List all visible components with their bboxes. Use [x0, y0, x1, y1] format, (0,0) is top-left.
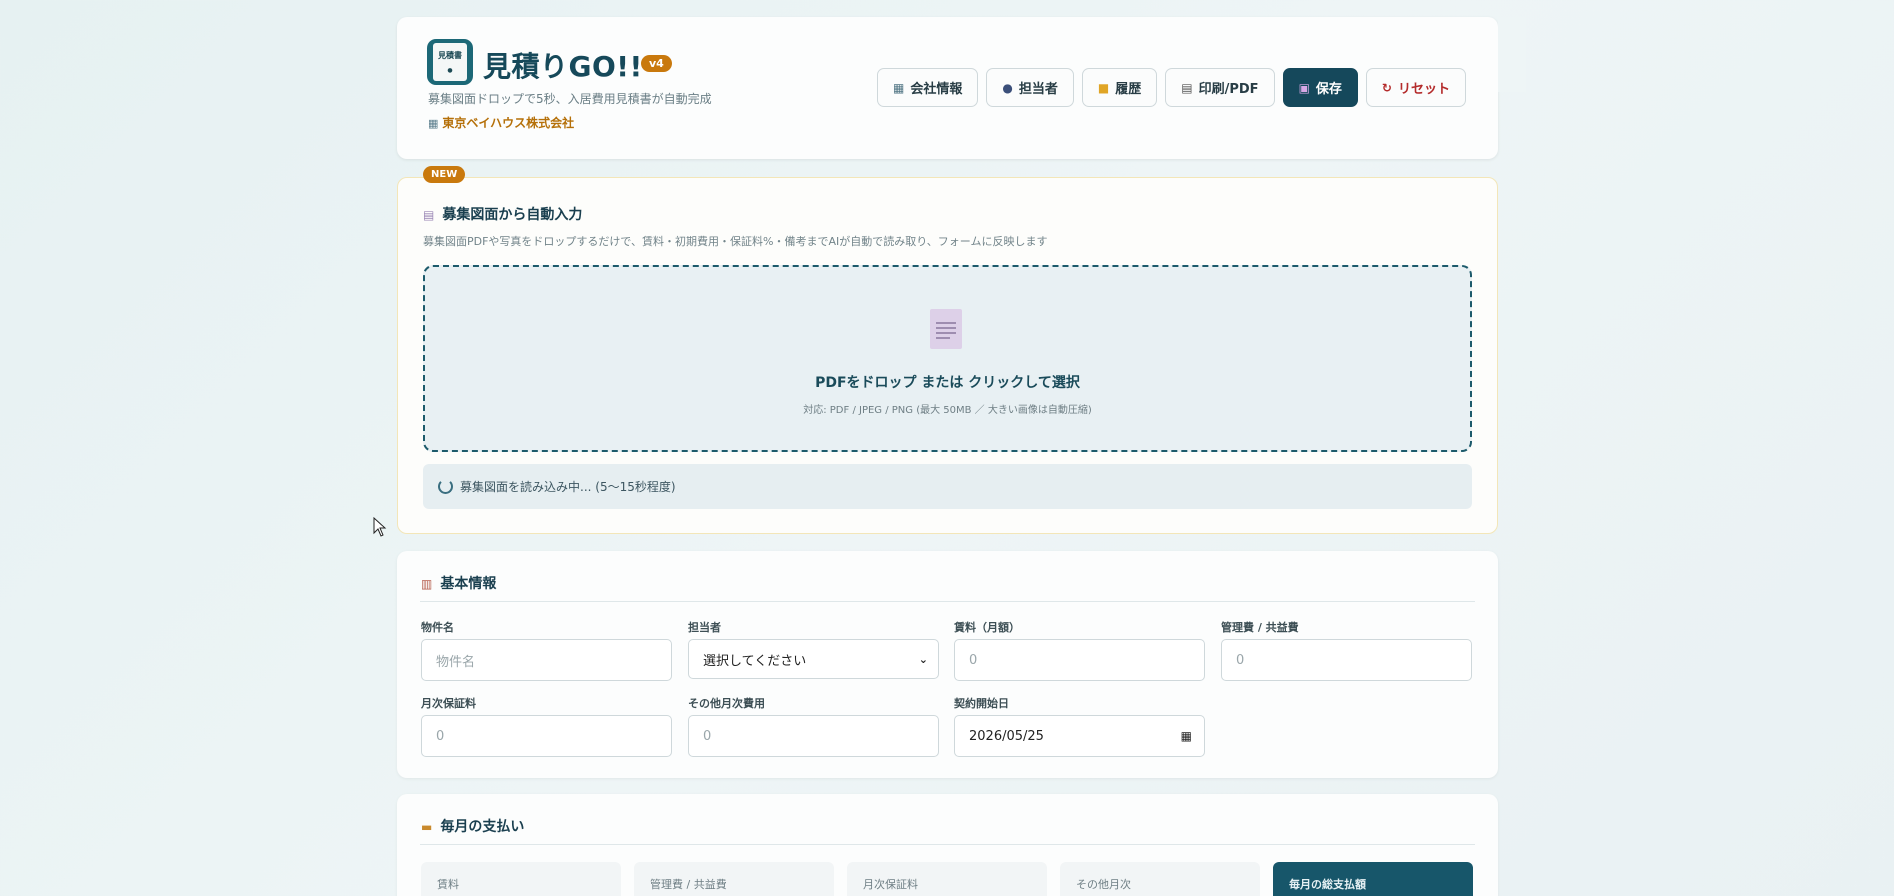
monthly-guarantee-label: 月次保証料 [421, 697, 476, 710]
header-card: 見積書 ● 見積りGO!! v4 募集図面ドロップで5秒、入居費用見積書が自動完… [397, 17, 1526, 159]
reset-button[interactable]: ↻ リセット [1365, 68, 1466, 107]
history-label: 履歴 [1115, 82, 1142, 97]
company-info-button[interactable]: ▦ 会社情報 [877, 68, 979, 107]
management-fee-input[interactable]: 0 [1221, 639, 1472, 681]
other-monthly-input[interactable]: 0 [688, 715, 939, 757]
floppy-disk-icon: ▣ [1298, 80, 1310, 95]
staff-select[interactable]: 選択してください ⌄ [688, 639, 939, 679]
property-name-input[interactable]: 物件名 [421, 639, 672, 681]
loading-status: 募集図面を読み込み中... (5〜15秒程度) [423, 464, 1472, 509]
management-fee-label: 管理費 / 共益費 [1221, 621, 1299, 634]
monthly-guarantee-cell: 月次保証料 [847, 862, 1047, 896]
staff-select-value: 選択してください [703, 653, 807, 669]
save-label: 保存 [1315, 82, 1342, 97]
spinner-icon [438, 479, 453, 494]
section-divider [420, 601, 1475, 602]
logo-dot: ● [447, 67, 453, 74]
logo-text: 見積書 [438, 51, 462, 60]
printer-icon: ▤ [1181, 80, 1193, 95]
monthly-guarantee-input[interactable]: 0 [421, 715, 672, 757]
new-badge: NEW [423, 166, 466, 183]
rent-label: 賃料（月額） [954, 621, 1020, 634]
header-toolbar: ▦ 会社情報 ● 担当者 ■ 履歴 ▤ 印刷/PDF ▣ 保存 ↻ リセット [877, 68, 1466, 107]
rent-input[interactable]: 0 [954, 639, 1205, 681]
staff-button[interactable]: ● 担当者 [986, 68, 1074, 107]
company-info-label: 会社情報 [910, 82, 963, 97]
monthly-title: ▬ 毎月の支払い [421, 816, 524, 836]
upload-title-text: 募集図面から自動入力 [442, 207, 583, 223]
company-name: ▦ 東京ベイハウス株式会社 [428, 114, 574, 131]
contract-start-label: 契約開始日 [954, 697, 1009, 710]
staff-label: 担当者 [1018, 82, 1058, 97]
basic-info-title-text: 基本情報 [440, 576, 497, 592]
file-icon [930, 309, 962, 349]
loading-text: 募集図面を読み込み中... (5〜15秒程度) [460, 480, 676, 494]
logo-document-icon: 見積書 ● [433, 43, 467, 81]
version-badge: v4 [641, 55, 672, 72]
monthly-total-cell: 毎月の総支払額 [1273, 862, 1473, 896]
print-pdf-label: 印刷/PDF [1198, 82, 1259, 97]
section-divider [420, 844, 1475, 845]
upload-description: 募集図面PDFや写真をドロップするだけで、賃料・初期費用・保証料%・備考までAI… [423, 235, 1048, 248]
building-icon: ▦ [893, 80, 905, 95]
company-name-text: 東京ベイハウス株式会社 [442, 116, 575, 130]
property-name-label: 物件名 [421, 621, 454, 634]
money-icon: ▬ [421, 820, 433, 834]
person-icon: ● [1002, 80, 1013, 95]
header-shade [1498, 17, 1526, 92]
chevron-down-icon: ⌄ [918, 652, 928, 666]
calendar-icon: ▦ [1180, 729, 1192, 743]
clipboard-icon: ▥ [421, 577, 433, 591]
dropzone-formats: 対応: PDF / JPEG / PNG (最大 50MB ／ 大きい画像は自動… [803, 405, 1092, 416]
app-tagline: 募集図面ドロップで5秒、入居費用見積書が自動完成 [428, 92, 712, 106]
upload-section-title: ▤ 募集図面から自動入力 [423, 204, 582, 224]
app-title: 見積りGO!! [483, 50, 643, 83]
save-button[interactable]: ▣ 保存 [1282, 68, 1358, 107]
staff-select-label: 担当者 [688, 621, 721, 634]
pdf-dropzone[interactable]: PDFをドロップ または クリックして選択 対応: PDF / JPEG / P… [423, 265, 1472, 452]
folder-icon: ■ [1097, 80, 1110, 95]
monthly-other-cell: その他月次 [1060, 862, 1260, 896]
contract-start-date-input[interactable]: 2026/05/25 ▦ [954, 715, 1205, 757]
other-monthly-label: その他月次費用 [688, 697, 765, 710]
basic-info-card: ▥ 基本情報 物件名 物件名 担当者 選択してください ⌄ 賃料（月額） 0 管理… [397, 551, 1498, 778]
monthly-title-text: 毎月の支払い [440, 819, 525, 835]
contract-start-value: 2026/05/25 [969, 728, 1044, 744]
monthly-payment-card: ▬ 毎月の支払い 賃料 管理費 / 共益費 月次保証料 その他月次 毎月の総支払額 [397, 794, 1498, 896]
app-logo: 見積書 ● [427, 39, 473, 85]
refresh-icon: ↻ [1381, 80, 1392, 95]
reset-label: リセット [1397, 82, 1450, 97]
monthly-rent-cell: 賃料 [421, 862, 621, 896]
document-icon: ▤ [423, 208, 435, 222]
mouse-cursor-icon [373, 517, 387, 537]
basic-info-title: ▥ 基本情報 [421, 573, 496, 593]
building-icon: ▦ [428, 117, 439, 130]
monthly-management-cell: 管理費 / 共益費 [634, 862, 834, 896]
history-button[interactable]: ■ 履歴 [1081, 68, 1158, 107]
print-pdf-button[interactable]: ▤ 印刷/PDF [1165, 68, 1275, 107]
upload-card: NEW ▤ 募集図面から自動入力 募集図面PDFや写真をドロップするだけで、賃料・… [397, 166, 1498, 534]
dropzone-label: PDFをドロップ または クリックして選択 [815, 375, 1080, 391]
